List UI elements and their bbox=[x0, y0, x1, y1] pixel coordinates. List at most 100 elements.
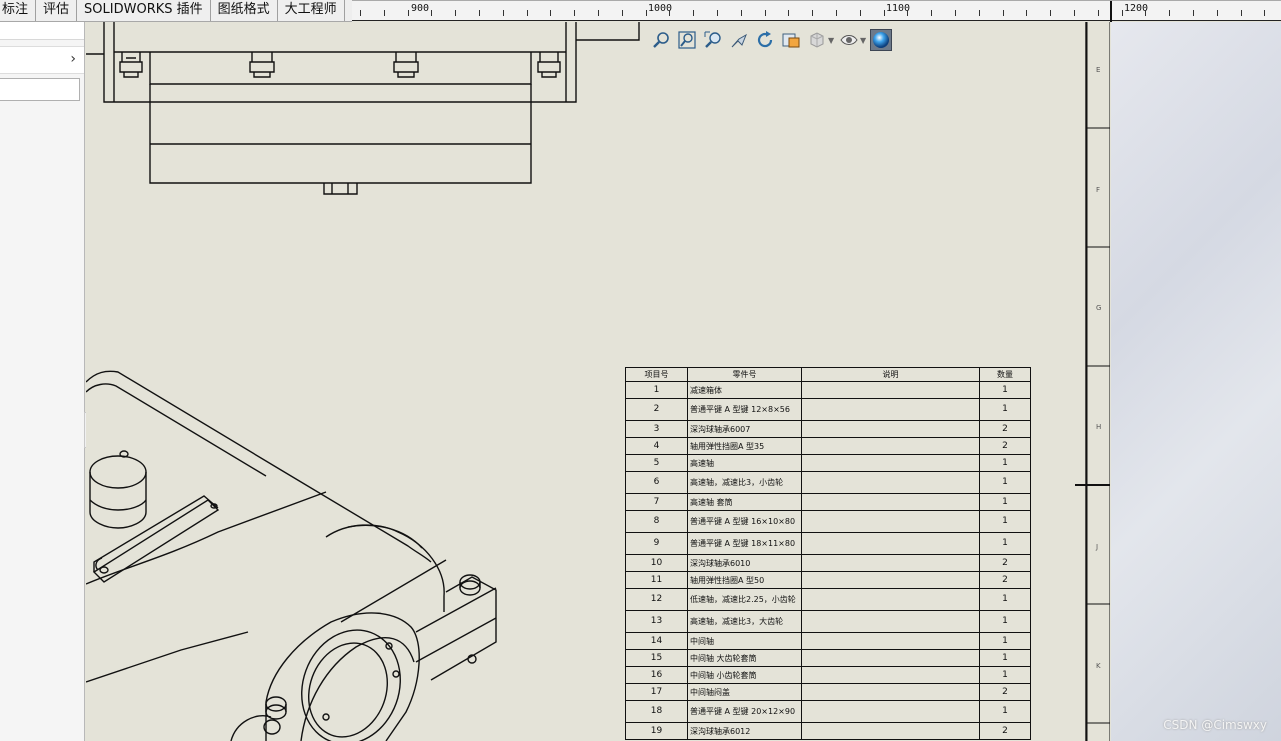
drawing-line bbox=[576, 22, 640, 41]
ruler-tick bbox=[1145, 10, 1146, 16]
table-row[interactable]: 7 高速轴 套筒 1 bbox=[625, 493, 1031, 511]
solidworks-window: 标注 评估 SOLIDWORKS 插件 图纸格式 大工程师 900 1000 1… bbox=[0, 0, 1281, 741]
table-row[interactable]: 8 普通平键 A 型键 16×10×80 1 bbox=[625, 510, 1031, 533]
table-row[interactable]: 18 普通平键 A 型键 20×12×90 1 bbox=[625, 700, 1031, 723]
bom-part-number: 普通平键 A 型键 20×12×90 bbox=[687, 700, 802, 723]
table-row[interactable]: 6 高速轴，减速比3，小齿轮 1 bbox=[625, 471, 1031, 494]
bom-part-number: 普通平键 A 型键 12×8×56 bbox=[687, 398, 802, 421]
table-row[interactable]: 11 轴用弹性挡圈A 型50 2 bbox=[625, 571, 1031, 589]
zoom-to-fit-icon[interactable] bbox=[650, 29, 672, 51]
ruler-tick bbox=[741, 10, 742, 16]
bom-quantity: 1 bbox=[979, 493, 1031, 511]
ruler-tick bbox=[765, 10, 766, 16]
view-orientation-icon[interactable] bbox=[780, 29, 802, 51]
bom-quantity: 2 bbox=[979, 571, 1031, 589]
bom-part-number: 深沟球轴承6012 bbox=[687, 722, 802, 740]
bom-quantity: 1 bbox=[979, 666, 1031, 684]
ruler-split bbox=[1110, 1, 1112, 22]
tab-annotate[interactable]: 标注 bbox=[0, 0, 37, 21]
ruler-tick bbox=[979, 10, 980, 16]
table-row[interactable]: 4 轴用弹性挡圈A 型35 2 bbox=[625, 437, 1031, 455]
bom-description bbox=[801, 700, 980, 723]
table-row[interactable]: 15 中间轴 大齿轮套筒 1 bbox=[625, 649, 1031, 667]
ruler-tick bbox=[622, 10, 623, 16]
pan-icon[interactable] bbox=[728, 29, 750, 51]
zoom-in-out-icon[interactable] bbox=[702, 29, 724, 51]
background-area: CSDN @Cimswxy bbox=[1111, 22, 1281, 741]
bom-description bbox=[801, 398, 980, 421]
bill-of-materials-table[interactable]: 项目号 零件号 说明 数量 1 减速箱体 1 2 普通平键 A 型键 12×8×56 1 3… bbox=[625, 367, 1031, 740]
ruler-tick bbox=[550, 10, 551, 16]
display-style-icon[interactable] bbox=[806, 29, 828, 51]
bom-part-number: 轴用弹性挡圈A 型50 bbox=[687, 571, 802, 589]
tab-engineer[interactable]: 大工程师 bbox=[277, 0, 345, 21]
table-row[interactable]: 17 中间轴闷盖 2 bbox=[625, 683, 1031, 701]
tab-solidworks-addins[interactable]: SOLIDWORKS 插件 bbox=[77, 0, 211, 21]
table-row[interactable]: 12 低速轴，减速比2.25，小齿轮 1 bbox=[625, 588, 1031, 611]
bom-part-number: 高速轴，减速比3，大齿轮 bbox=[687, 610, 802, 633]
bom-description bbox=[801, 510, 980, 533]
chevron-right-icon[interactable]: › bbox=[70, 51, 76, 67]
bom-quantity: 1 bbox=[979, 454, 1031, 472]
bom-description bbox=[801, 722, 980, 740]
column-header-description: 说明 bbox=[801, 367, 980, 382]
bom-item-number: 4 bbox=[625, 437, 688, 455]
ruler-tick bbox=[884, 10, 885, 16]
bom-quantity: 2 bbox=[979, 722, 1031, 740]
bom-item-number: 12 bbox=[625, 588, 688, 611]
table-row[interactable]: 16 中间轴 小齿轮套筒 1 bbox=[625, 666, 1031, 684]
panel-filter-input[interactable] bbox=[0, 78, 80, 101]
ruler-tick bbox=[1074, 10, 1075, 16]
ruler-label-900: 900 bbox=[411, 3, 430, 14]
ruler-tick bbox=[907, 10, 908, 16]
table-row[interactable]: 5 高速轴 1 bbox=[625, 454, 1031, 472]
ruler-tick bbox=[1264, 10, 1265, 16]
table-row[interactable]: 10 深沟球轴承6010 2 bbox=[625, 554, 1031, 572]
bom-description bbox=[801, 632, 980, 650]
bom-part-number: 高速轴，减速比3，小齿轮 bbox=[687, 471, 802, 494]
bom-quantity: 1 bbox=[979, 471, 1031, 494]
bom-part-number: 普通平键 A 型键 18×11×80 bbox=[687, 532, 802, 555]
bom-description bbox=[801, 381, 980, 399]
table-row[interactable]: 19 深沟球轴承6012 2 bbox=[625, 722, 1031, 740]
zoom-to-area-icon[interactable] bbox=[676, 29, 698, 51]
bom-description bbox=[801, 666, 980, 684]
bom-description bbox=[801, 437, 980, 455]
bom-part-number: 高速轴 bbox=[687, 454, 802, 472]
panel-expand-row[interactable]: › bbox=[0, 46, 84, 74]
table-row[interactable]: 9 普通平键 A 型键 18×11×80 1 bbox=[625, 532, 1031, 555]
housing-outline bbox=[103, 22, 577, 103]
bom-part-number: 低速轴，减速比2.25，小齿轮 bbox=[687, 588, 802, 611]
ruler-tick bbox=[693, 10, 694, 16]
bom-description bbox=[801, 649, 980, 667]
chevron-down-icon[interactable]: ▼ bbox=[828, 36, 834, 45]
tab-sheet-format[interactable]: 图纸格式 bbox=[210, 0, 278, 21]
heads-up-view-toolbar: ▼ ▼ bbox=[650, 28, 892, 52]
bom-description bbox=[801, 571, 980, 589]
bom-quantity: 2 bbox=[979, 554, 1031, 572]
bom-description bbox=[801, 610, 980, 633]
bolt-group bbox=[119, 52, 561, 78]
ruler-tick bbox=[408, 10, 409, 16]
ruler-tick bbox=[669, 10, 670, 16]
table-row[interactable]: 2 普通平键 A 型键 12×8×56 1 bbox=[625, 398, 1031, 421]
rotate-icon[interactable] bbox=[754, 29, 776, 51]
zone-strip bbox=[1086, 22, 1110, 741]
bom-quantity: 2 bbox=[979, 437, 1031, 455]
ruler-tick bbox=[860, 10, 861, 16]
appearance-icon[interactable] bbox=[870, 29, 892, 51]
bom-item-number: 1 bbox=[625, 381, 688, 399]
table-row[interactable]: 14 中间轴 1 bbox=[625, 632, 1031, 650]
table-row[interactable]: 3 深沟球轴承6007 2 bbox=[625, 420, 1031, 438]
feature-manager-panel: › bbox=[0, 22, 85, 741]
drain-plug bbox=[323, 183, 358, 195]
bom-description bbox=[801, 532, 980, 555]
bom-quantity: 1 bbox=[979, 510, 1031, 533]
table-row[interactable]: 1 减速箱体 1 bbox=[625, 381, 1031, 399]
chevron-down-icon[interactable]: ▼ bbox=[860, 36, 866, 45]
tab-evaluate[interactable]: 评估 bbox=[36, 0, 78, 21]
table-row[interactable]: 13 高速轴，减速比3，大齿轮 1 bbox=[625, 610, 1031, 633]
table-header-row: 项目号 零件号 说明 数量 bbox=[625, 367, 1031, 382]
bom-description bbox=[801, 554, 980, 572]
hide-show-icon[interactable] bbox=[838, 29, 860, 51]
